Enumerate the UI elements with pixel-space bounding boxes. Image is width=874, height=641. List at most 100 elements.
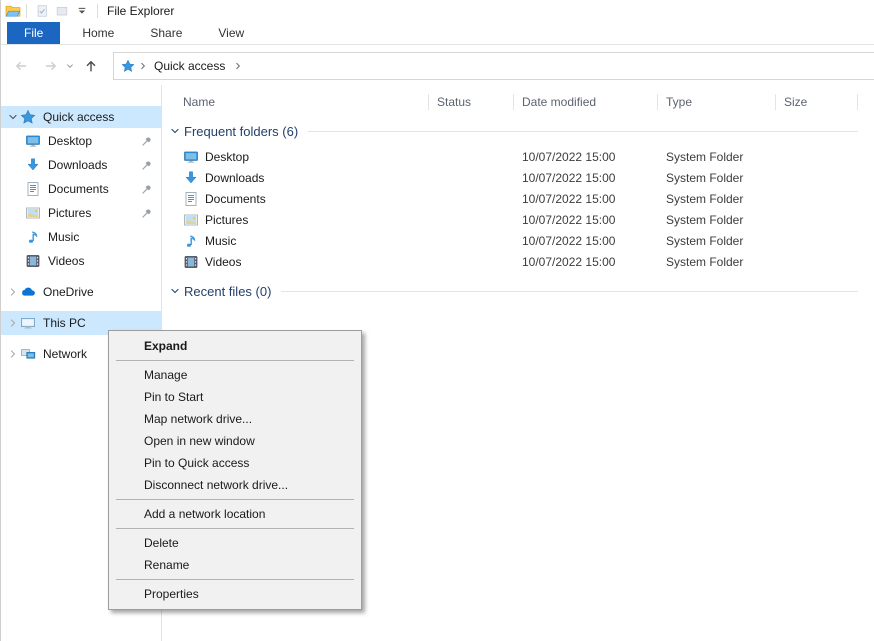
breadcrumb-chevron-icon <box>137 60 149 72</box>
qat-new-folder-button[interactable] <box>52 2 72 20</box>
group-header-frequent-folders[interactable]: Frequent folders (6) <box>168 122 858 140</box>
row-date-modified: 10/07/2022 15:00 <box>514 255 658 269</box>
file-explorer-logo-icon <box>5 3 21 19</box>
menu-separator <box>116 579 354 580</box>
navigation-toolbar: Quick access <box>1 46 874 85</box>
column-header-size[interactable]: Size <box>776 92 858 112</box>
row-type: System Folder <box>658 255 776 269</box>
sidebar-item-label: Network <box>43 347 87 361</box>
qat-customize-button[interactable] <box>72 2 92 20</box>
documents-icon <box>25 181 41 197</box>
tab-file[interactable]: File <box>7 22 60 44</box>
chevron-down-icon[interactable] <box>5 111 20 123</box>
onedrive-icon <box>20 284 36 300</box>
menu-item-open-in-new-window[interactable]: Open in new window <box>109 430 361 452</box>
row-date-modified: 10/07/2022 15:00 <box>514 234 658 248</box>
group-header-rule <box>281 291 858 292</box>
menu-item-map-network-drive[interactable]: Map network drive... <box>109 408 361 430</box>
pictures-icon <box>25 205 41 221</box>
network-icon <box>20 346 36 362</box>
table-row-downloads[interactable]: Downloads 10/07/2022 15:00 System Folder <box>163 167 874 188</box>
table-row-desktop[interactable]: Desktop 10/07/2022 15:00 System Folder <box>163 146 874 167</box>
chevron-down-icon[interactable] <box>168 285 182 297</box>
menu-item-properties[interactable]: Properties <box>109 583 361 605</box>
new-folder-icon <box>55 4 69 18</box>
breadcrumb-quick-access[interactable]: Quick access <box>151 59 228 73</box>
column-header-date-modified[interactable]: Date modified <box>514 92 658 112</box>
sidebar-item-pictures[interactable]: Pictures <box>1 201 161 225</box>
sidebar-item-videos[interactable]: Videos <box>1 249 161 273</box>
sidebar-item-label: Videos <box>48 254 84 268</box>
menu-item-disconnect-network-drive[interactable]: Disconnect network drive... <box>109 474 361 496</box>
breadcrumb-chevron-icon <box>232 60 244 72</box>
file-explorer-window: File Explorer File Home Share View Quick… <box>0 0 874 641</box>
forward-arrow-icon <box>43 58 59 74</box>
menu-item-rename[interactable]: Rename <box>109 554 361 576</box>
titlebar-divider <box>97 4 98 18</box>
sidebar-item-onedrive[interactable]: OneDrive <box>1 280 161 304</box>
chevron-right-icon[interactable] <box>5 286 20 298</box>
column-header-status[interactable]: Status <box>429 92 514 112</box>
qat-properties-button[interactable] <box>32 2 52 20</box>
back-button[interactable] <box>9 54 33 78</box>
row-name: Documents <box>205 192 266 206</box>
desktop-icon <box>183 149 199 165</box>
tab-home[interactable]: Home <box>68 22 128 44</box>
menu-item-add-a-network-location[interactable]: Add a network location <box>109 503 361 525</box>
sidebar-item-label: Music <box>48 230 79 244</box>
pin-icon <box>140 183 153 196</box>
table-row-music[interactable]: Music 10/07/2022 15:00 System Folder <box>163 230 874 251</box>
menu-item-expand[interactable]: Expand <box>109 335 361 357</box>
sidebar-item-music[interactable]: Music <box>1 225 161 249</box>
table-row-videos[interactable]: Videos 10/07/2022 15:00 System Folder <box>163 251 874 272</box>
row-type: System Folder <box>658 150 776 164</box>
column-header-name[interactable]: Name <box>163 92 429 112</box>
table-row-pictures[interactable]: Pictures 10/07/2022 15:00 System Folder <box>163 209 874 230</box>
group-header-label: Recent files (0) <box>184 284 271 299</box>
chevron-down-icon <box>64 60 76 72</box>
row-date-modified: 10/07/2022 15:00 <box>514 192 658 206</box>
tab-share[interactable]: Share <box>136 22 196 44</box>
sidebar-item-quick-access[interactable]: Quick access <box>1 106 161 128</box>
tab-view[interactable]: View <box>204 22 258 44</box>
row-name: Videos <box>205 255 241 269</box>
chevron-right-icon[interactable] <box>5 348 20 360</box>
menu-separator <box>116 528 354 529</box>
sidebar-item-downloads[interactable]: Downloads <box>1 153 161 177</box>
row-date-modified: 10/07/2022 15:00 <box>514 171 658 185</box>
recent-locations-button[interactable] <box>61 54 79 78</box>
menu-item-manage[interactable]: Manage <box>109 364 361 386</box>
up-button[interactable] <box>79 54 103 78</box>
row-date-modified: 10/07/2022 15:00 <box>514 150 658 164</box>
row-name: Pictures <box>205 213 248 227</box>
downloads-icon <box>25 157 41 173</box>
chevron-right-icon[interactable] <box>5 317 20 329</box>
row-name: Downloads <box>205 171 264 185</box>
menu-item-pin-to-quick-access[interactable]: Pin to Quick access <box>109 452 361 474</box>
column-header-type[interactable]: Type <box>658 92 776 112</box>
menu-item-pin-to-start[interactable]: Pin to Start <box>109 386 361 408</box>
forward-button[interactable] <box>39 54 63 78</box>
sidebar-item-label: Quick access <box>43 110 114 124</box>
sidebar-item-desktop[interactable]: Desktop <box>1 129 161 153</box>
address-bar[interactable]: Quick access <box>113 52 874 80</box>
group-header-rule <box>308 131 858 132</box>
row-type: System Folder <box>658 192 776 206</box>
table-row-documents[interactable]: Documents 10/07/2022 15:00 System Folder <box>163 188 874 209</box>
group-header-recent-files[interactable]: Recent files (0) <box>168 282 858 300</box>
row-type: System Folder <box>658 171 776 185</box>
menu-item-delete[interactable]: Delete <box>109 532 361 554</box>
pin-icon <box>140 207 153 220</box>
sidebar-item-label: Downloads <box>48 158 107 172</box>
group-header-label: Frequent folders (6) <box>184 124 298 139</box>
back-arrow-icon <box>13 58 29 74</box>
pin-icon <box>140 159 153 172</box>
pin-icon <box>140 135 153 148</box>
context-menu: Expand Manage Pin to Start Map network d… <box>108 330 362 610</box>
sidebar-item-label: Pictures <box>48 206 91 220</box>
row-type: System Folder <box>658 213 776 227</box>
sidebar-item-documents[interactable]: Documents <box>1 177 161 201</box>
music-icon <box>183 233 199 249</box>
chevron-down-icon[interactable] <box>168 125 182 137</box>
videos-icon <box>183 254 199 270</box>
